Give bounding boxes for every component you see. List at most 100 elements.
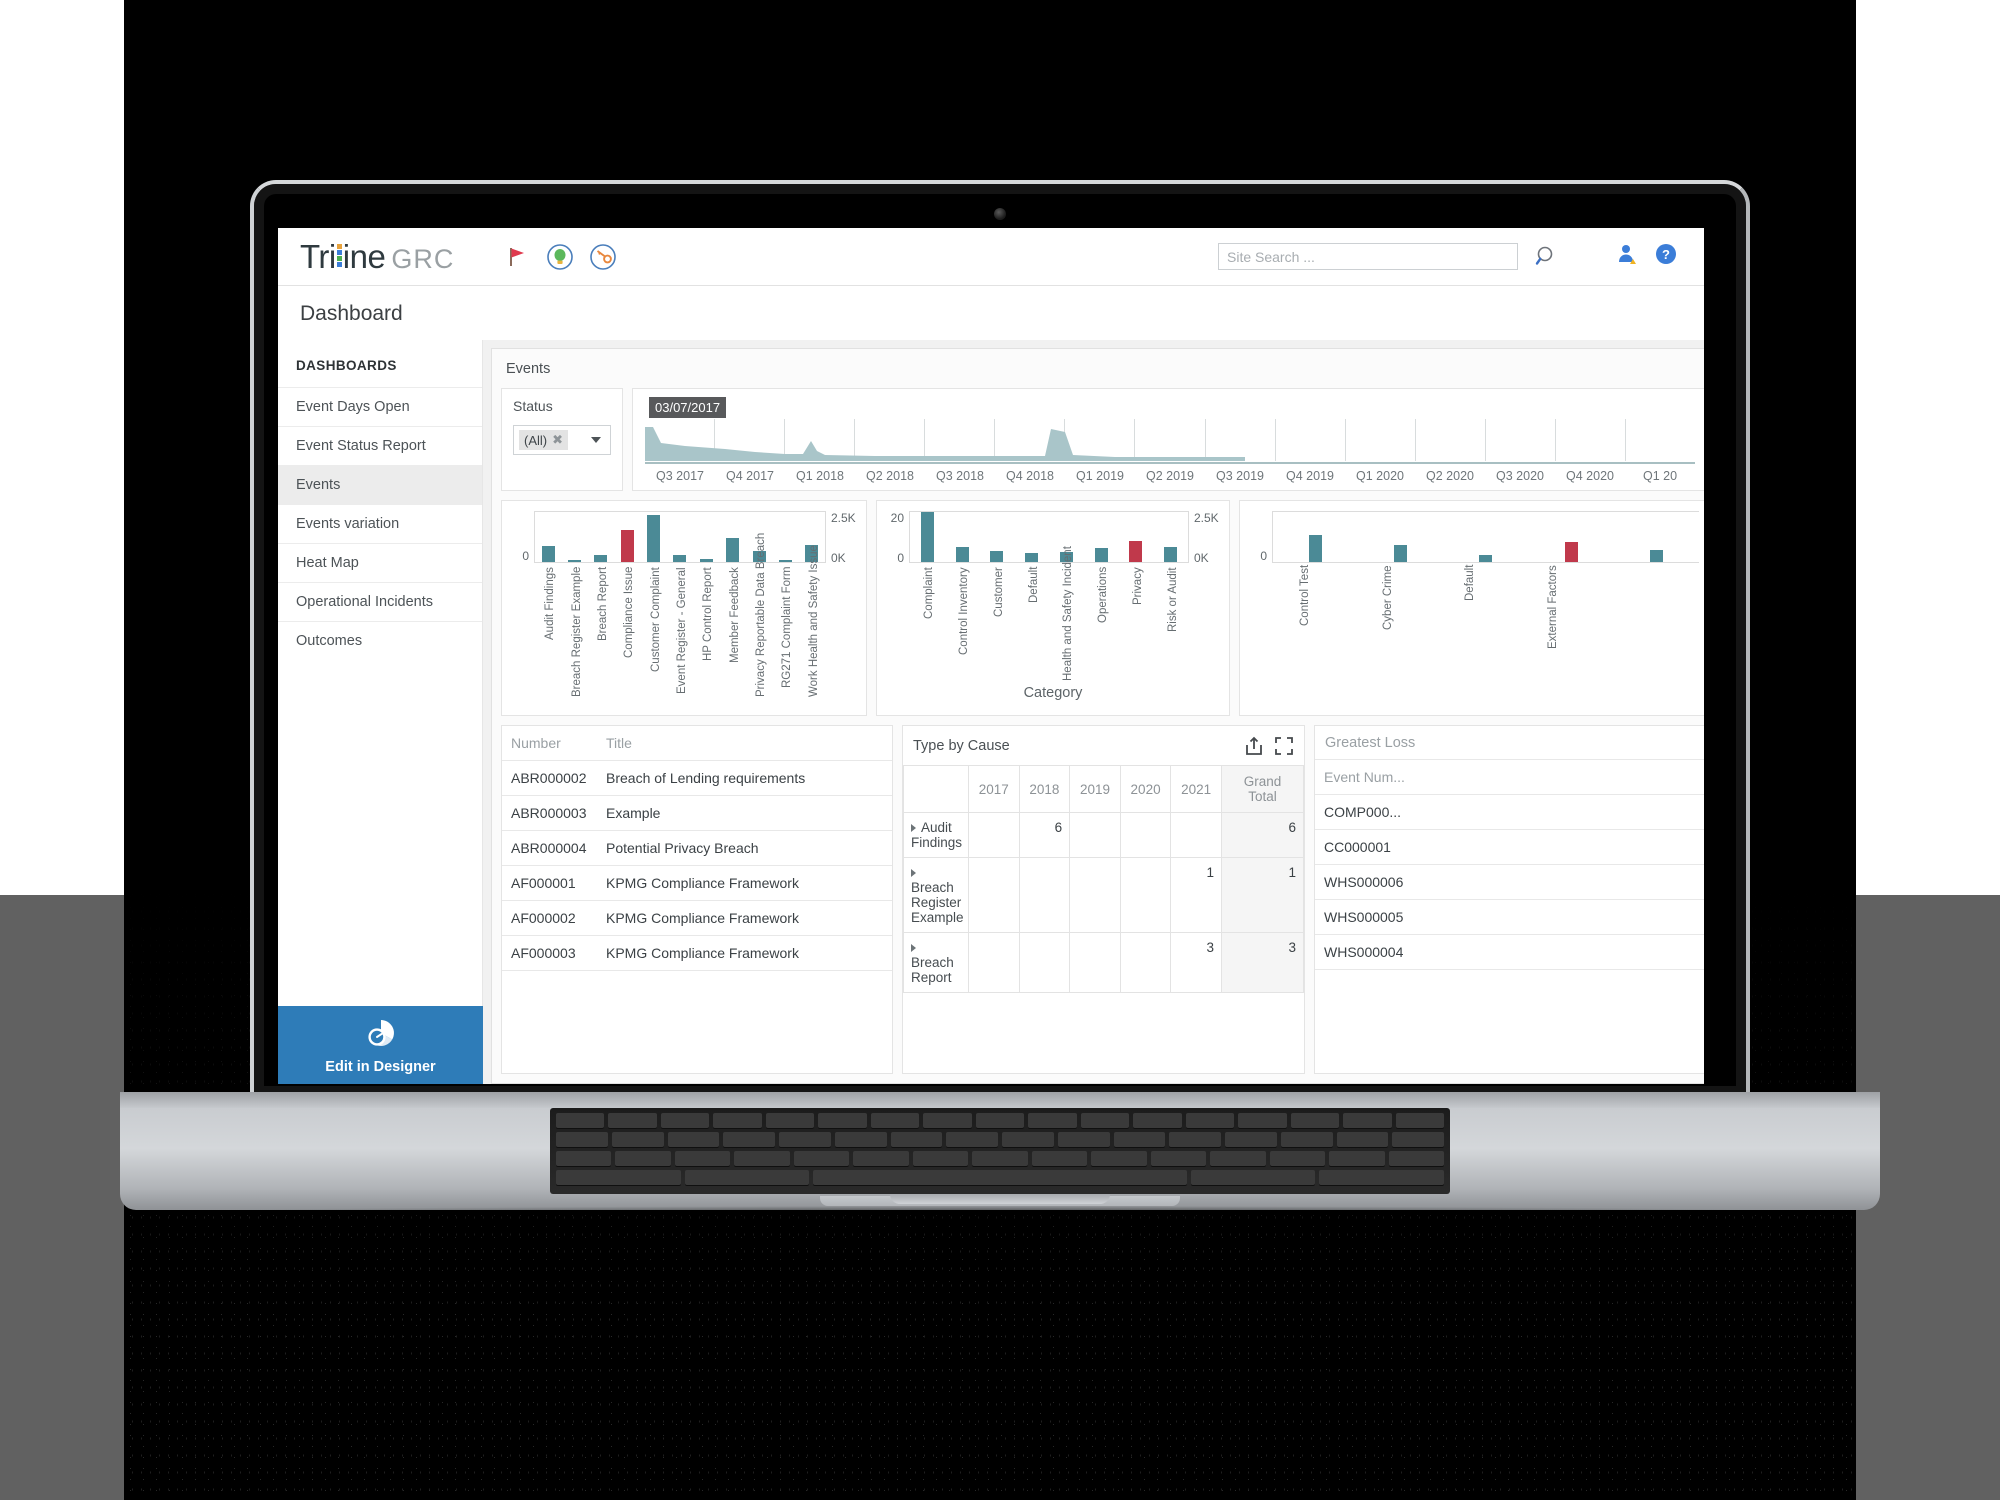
column-header-event-number[interactable]: Event Num... xyxy=(1315,759,1704,795)
table-row[interactable]: AF000003 KPMG Compliance Framework xyxy=(502,935,892,971)
greatest-loss-card: Greatest Loss Event Num... COMP000... CC… xyxy=(1314,725,1704,1074)
chart-bar[interactable] xyxy=(1129,540,1143,562)
table-row[interactable]: ABR000004 Potential Privacy Breach xyxy=(502,830,892,866)
pivot-row[interactable]: Breach Report 3 3 xyxy=(903,932,1304,993)
chart-bar[interactable] xyxy=(1394,544,1408,562)
chart2-plot[interactable] xyxy=(909,511,1189,563)
sidebar-item-event-status-report[interactable]: Event Status Report xyxy=(278,427,482,466)
help-icon[interactable]: ? xyxy=(1654,242,1678,271)
edit-in-designer-button[interactable]: Edit in Designer xyxy=(278,1006,483,1084)
pivot-column-2018[interactable]: 2018 xyxy=(1018,765,1071,813)
sidebar-item-events[interactable]: Events xyxy=(278,466,482,505)
pivot-column-grand-total[interactable]: Grand Total xyxy=(1221,765,1304,813)
sidebar-item-event-days-open[interactable]: Event Days Open xyxy=(278,388,482,427)
lightbulb-icon[interactable] xyxy=(545,242,575,272)
chart-bar[interactable] xyxy=(920,512,934,562)
chart-bar[interactable] xyxy=(726,537,740,562)
table-row[interactable]: ABR000003 Example xyxy=(502,795,892,831)
chart3-plot[interactable] xyxy=(1272,511,1699,563)
search-input[interactable] xyxy=(1218,243,1518,270)
expand-icon[interactable] xyxy=(1273,735,1295,757)
chart-bar[interactable] xyxy=(673,555,687,562)
sidebar-item-outcomes[interactable]: Outcomes xyxy=(278,622,482,660)
status-filter-label: Status xyxy=(513,398,553,414)
cell-event-number: WHS000004 xyxy=(1315,934,1704,970)
table-row[interactable]: COMP000... xyxy=(1315,794,1704,830)
key-icon[interactable] xyxy=(588,242,618,272)
chart1-category-labels: Audit Findings Breach Register Example Bre… xyxy=(508,533,860,697)
chart-bar[interactable] xyxy=(568,560,582,562)
table-row[interactable]: ABR000002 Breach of Lending requirements xyxy=(502,760,892,796)
chart-category-label: External Factors xyxy=(1547,565,1560,649)
flag-icon[interactable] xyxy=(502,242,532,272)
chevron-down-icon[interactable] xyxy=(591,437,601,443)
pivot-row-header[interactable]: Audit Findings xyxy=(903,812,969,858)
table-row[interactable]: WHS000004 xyxy=(1315,934,1704,970)
sidebar-item-heat-map[interactable]: Heat Map xyxy=(278,544,482,583)
timeline-tick: Q1 2020 xyxy=(1356,469,1404,483)
sidebar-item-operational-incidents[interactable]: Operational Incidents xyxy=(278,583,482,622)
brand-logo[interactable]: Tri ine GRC xyxy=(300,238,454,276)
chart-bar[interactable] xyxy=(699,559,713,562)
sidebar-item-events-variation[interactable]: Events variation xyxy=(278,505,482,544)
chart-bar[interactable] xyxy=(1649,549,1663,562)
pivot-column-2017[interactable]: 2017 xyxy=(968,765,1020,813)
table-row[interactable]: WHS000005 xyxy=(1315,899,1704,935)
chart1-axis-right: 2.5K 0K xyxy=(831,511,856,565)
expand-row-icon[interactable] xyxy=(911,944,916,952)
pivot-value-cell xyxy=(968,812,1020,858)
greatest-loss-table: Event Num... COMP000... CC000001 WHS000006… xyxy=(1315,759,1704,970)
greatest-loss-title: Greatest Loss xyxy=(1325,735,1416,751)
chart-bar[interactable] xyxy=(594,554,608,562)
cell-event-number: CC000001 xyxy=(1315,829,1704,865)
chart-category-label: Customer Complaint xyxy=(649,567,662,672)
pivot-column-2021[interactable]: 2021 xyxy=(1170,765,1222,813)
export-icon[interactable] xyxy=(1243,735,1265,757)
chart-bar[interactable] xyxy=(1564,542,1578,562)
cell-title: Potential Privacy Breach xyxy=(597,830,892,866)
status-filter-chip[interactable]: (All) ✖ xyxy=(519,430,569,450)
logo-color-bars xyxy=(336,244,342,268)
expand-row-icon[interactable] xyxy=(911,824,916,832)
laptop-shadow xyxy=(150,1206,1850,1220)
expand-row-icon[interactable] xyxy=(911,869,916,877)
chart-bar[interactable] xyxy=(1025,553,1039,562)
chart-bar[interactable] xyxy=(1479,554,1493,562)
filter-row: Status (All) ✖ 03/07/2017 Q3 2017 Q4 201… xyxy=(492,388,1704,500)
logo-text-line: ine xyxy=(342,237,386,275)
sidebar-heading: DASHBOARDS xyxy=(296,358,397,373)
pivot-row-header[interactable]: Breach Report xyxy=(903,932,969,993)
chart1-plot[interactable] xyxy=(534,511,826,563)
chart-bar[interactable] xyxy=(955,547,969,562)
chart-bar[interactable] xyxy=(778,559,792,562)
timeline-tick: Q4 2020 xyxy=(1566,469,1614,483)
chart-bar[interactable] xyxy=(647,514,661,562)
table-row[interactable]: AF000001 KPMG Compliance Framework xyxy=(502,865,892,901)
pivot-row-header[interactable]: Breach Register Example xyxy=(903,857,969,933)
user-alert-icon[interactable] xyxy=(1616,242,1640,271)
status-filter-select[interactable]: (All) ✖ xyxy=(513,425,611,455)
table-row[interactable]: WHS000006 xyxy=(1315,864,1704,900)
clear-filter-icon[interactable]: ✖ xyxy=(552,432,563,448)
pivot-value-cell: 1 xyxy=(1170,857,1222,933)
chart-category-label: RG271 Complaint Form xyxy=(781,567,794,689)
timeline-plot[interactable] xyxy=(645,419,1695,461)
chart-bar[interactable] xyxy=(1164,547,1178,562)
search-icon[interactable] xyxy=(1534,244,1560,270)
pivot-column-2019[interactable]: 2019 xyxy=(1069,765,1121,813)
pivot-row[interactable]: Audit Findings 6 6 xyxy=(903,812,1304,858)
sidebar-list: Event Days Open Event Status Report Even… xyxy=(278,387,482,660)
chart-bar[interactable] xyxy=(541,545,555,562)
chart-bar[interactable] xyxy=(990,550,1004,562)
table-row[interactable]: CC000001 xyxy=(1315,829,1704,865)
chart-bar[interactable] xyxy=(620,529,634,562)
column-header-title[interactable]: Title xyxy=(597,726,892,761)
pivot-row[interactable]: Breach Register Example 1 1 xyxy=(903,857,1304,933)
chart-bar[interactable] xyxy=(1094,548,1108,562)
laptop-hinge xyxy=(120,1092,1880,1108)
pivot-column-2020[interactable]: 2020 xyxy=(1119,765,1172,813)
column-header-number[interactable]: Number xyxy=(502,726,597,761)
chart-bar[interactable] xyxy=(1309,534,1323,562)
table-row[interactable]: AF000002 KPMG Compliance Framework xyxy=(502,900,892,936)
timeline-tick: Q2 2018 xyxy=(866,469,914,483)
